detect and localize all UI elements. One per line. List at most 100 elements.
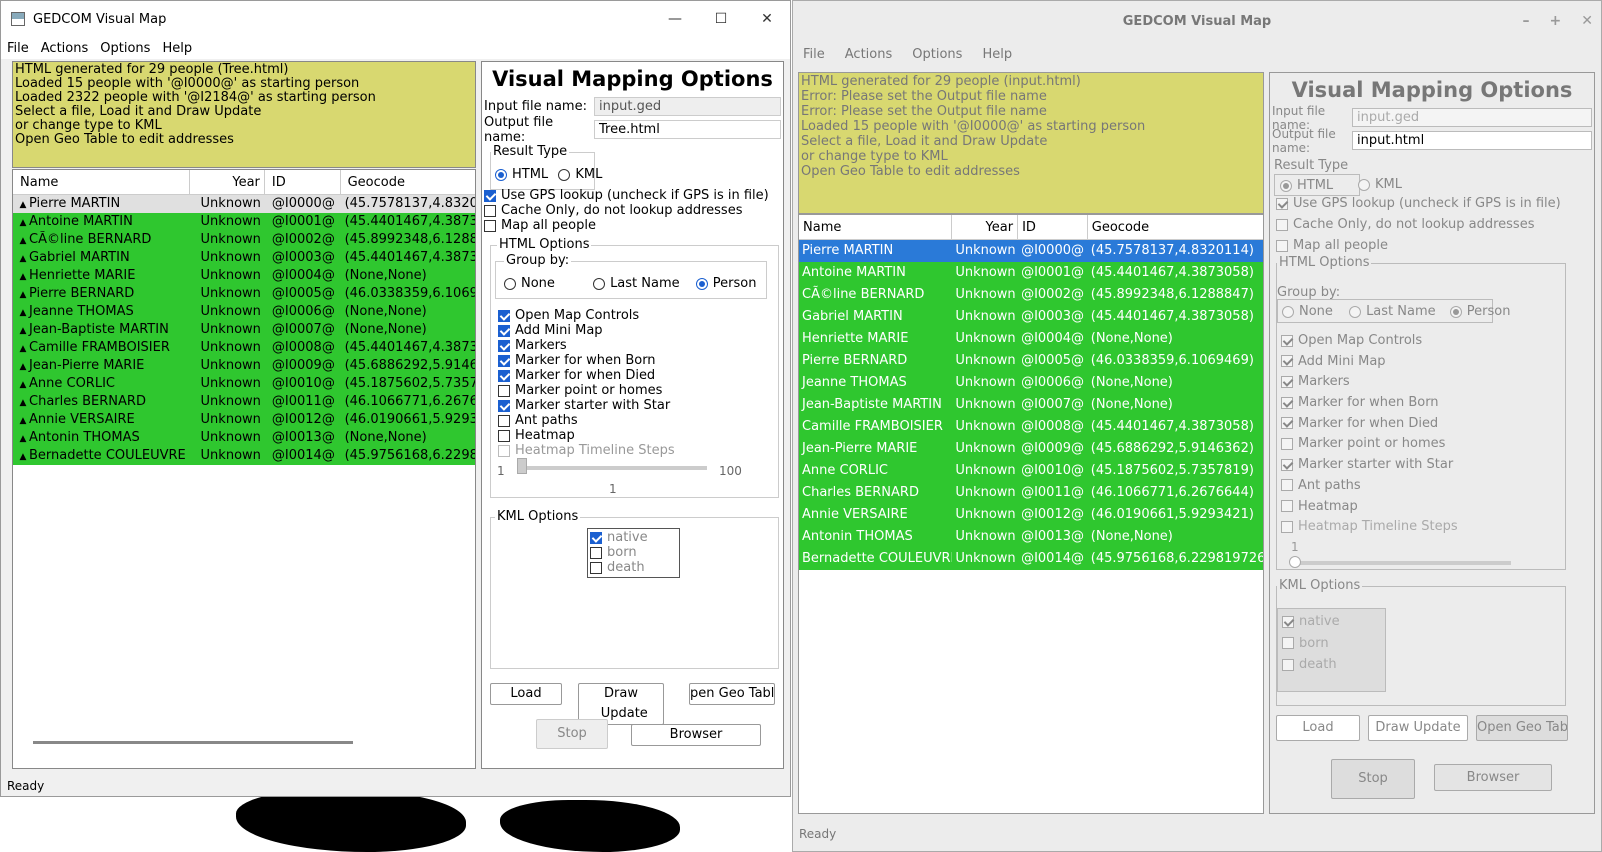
stop-button[interactable]: Stop [1331, 759, 1415, 799]
open-map-controls-checkbox[interactable] [498, 309, 510, 322]
table-row[interactable]: Jean-Baptiste MARTIN Unknown @I0007@ (None,… [799, 394, 1263, 416]
menu-actions[interactable]: Actions [41, 41, 89, 56]
table-row[interactable]: ▲ Pierre BERNARD Unknown @I0005@ (46.0338359… [13, 285, 475, 303]
expand-arrow-icon[interactable]: ▲ [17, 430, 29, 447]
table-row[interactable]: CÃ©line BERNARD Unknown @I0002@ (45.8992348… [799, 284, 1263, 306]
group-none-radio[interactable] [504, 277, 516, 290]
menu-options[interactable]: Options [100, 41, 150, 56]
maximize-button[interactable]: ☐ [698, 1, 744, 37]
table-row[interactable]: ▲ Gabriel MARTIN Unknown @I0003@ (45.4401467… [13, 249, 475, 267]
people-table[interactable]: Name Year ID Geocode Pierre MARTIN Unknow… [798, 214, 1264, 814]
table-row[interactable]: ▲ Jean-Pierre MARIE Unknown @I0009@ (45.6886… [13, 357, 475, 375]
menu-file[interactable]: File [803, 47, 825, 62]
ant-paths-checkbox[interactable] [498, 414, 510, 427]
table-row[interactable]: Bernadette COULEUVRE Unknown @I0014@ (45.97… [799, 548, 1263, 570]
browser-button[interactable]: Browser [631, 724, 761, 746]
menu-help[interactable]: Help [162, 41, 192, 56]
table-row[interactable]: ▲ Camille FRAMBOISIER Unknown @I0008@ (45.44… [13, 339, 475, 357]
table-row[interactable]: Antonin THOMAS Unknown @I0013@ (None,None) [799, 526, 1263, 548]
menu-help[interactable]: Help [982, 47, 1012, 62]
col-name-header[interactable]: Name [13, 170, 191, 194]
table-row[interactable]: ▲ Annie VERSAIRE Unknown @I0012@ (46.0190661… [13, 411, 475, 429]
table-row[interactable]: Gabriel MARTIN Unknown @I0003@ (45.4401467,… [799, 306, 1263, 328]
table-row[interactable]: ▲ Antonin THOMAS Unknown @I0013@ (None,None) [13, 429, 475, 447]
marker-star-checkbox[interactable] [1281, 458, 1293, 471]
kml-radio[interactable] [558, 168, 571, 181]
menu-options[interactable]: Options [912, 47, 962, 62]
death-checkbox[interactable] [1282, 658, 1294, 671]
close-button[interactable]: ✕ [744, 1, 790, 37]
gps-lookup-checkbox[interactable] [1276, 197, 1288, 210]
table-row[interactable]: ▲ Charles BERNARD Unknown @I0011@ (46.106677… [13, 393, 475, 411]
expand-arrow-icon[interactable]: ▲ [17, 286, 29, 303]
expand-arrow-icon[interactable]: ▲ [17, 196, 29, 213]
people-table[interactable]: Name Year ID Geocode ▲ Pierre MARTIN Unkno… [12, 169, 476, 769]
open-map-controls-checkbox[interactable] [1281, 334, 1293, 347]
death-checkbox[interactable] [590, 561, 602, 574]
map-all-checkbox[interactable] [484, 219, 496, 232]
table-row[interactable]: Antoine MARTIN Unknown @I0001@ (45.4401467,… [799, 262, 1263, 284]
marker-died-checkbox[interactable] [1281, 417, 1293, 430]
table-row[interactable]: Charles BERNARD Unknown @I0011@ (46.1066771… [799, 482, 1263, 504]
expand-arrow-icon[interactable]: ▲ [17, 358, 29, 375]
marker-homes-checkbox[interactable] [1281, 437, 1293, 450]
native-checkbox[interactable] [590, 531, 602, 544]
load-button[interactable]: Load [490, 683, 562, 705]
kml-radio[interactable] [1358, 178, 1370, 191]
expand-arrow-icon[interactable]: ▲ [17, 376, 29, 393]
gps-lookup-checkbox[interactable] [484, 189, 496, 202]
col-geocode-header[interactable]: Geocode [1088, 215, 1263, 239]
cache-only-checkbox[interactable] [1276, 218, 1288, 231]
timeline-steps-checkbox[interactable] [498, 444, 510, 457]
table-row[interactable]: Jean-Pierre MARIE Unknown @I0009@ (45.68862… [799, 438, 1263, 460]
horizontal-scrollbar[interactable] [33, 741, 353, 744]
add-mini-map-checkbox[interactable] [498, 324, 510, 337]
html-radio[interactable] [495, 168, 507, 181]
table-row[interactable]: Henriette MARIE Unknown @I0004@ (None,None) [799, 328, 1263, 350]
browser-button[interactable]: Browser [1434, 764, 1552, 791]
cache-only-checkbox[interactable] [484, 204, 496, 217]
expand-arrow-icon[interactable]: ▲ [17, 250, 29, 267]
born-checkbox[interactable] [590, 546, 602, 559]
table-row[interactable]: Pierre BERNARD Unknown @I0005@ (46.0338359,… [799, 350, 1263, 372]
table-row[interactable]: ▲ Antoine MARTIN Unknown @I0001@ (45.4401467… [13, 213, 475, 231]
born-checkbox[interactable] [1282, 637, 1294, 649]
native-checkbox[interactable] [1282, 615, 1294, 628]
group-lastname-radio[interactable] [593, 277, 606, 290]
expand-arrow-icon[interactable]: ▲ [17, 448, 29, 465]
col-name-header[interactable]: Name [799, 215, 953, 239]
input-file-field[interactable]: input.ged [594, 97, 781, 116]
output-file-field[interactable]: Tree.html [594, 120, 781, 139]
col-id-header[interactable]: ID [1018, 215, 1088, 239]
minimize-button[interactable]: – [1523, 13, 1530, 29]
markers-checkbox[interactable] [498, 339, 510, 352]
expand-arrow-icon[interactable]: ▲ [17, 322, 29, 339]
heatmap-checkbox[interactable] [498, 429, 510, 442]
marker-born-checkbox[interactable] [498, 354, 510, 367]
timeline-slider-thumb[interactable] [517, 458, 527, 474]
table-row[interactable]: ▲ Pierre MARTIN Unknown @I0000@ (45.7578137,… [13, 195, 475, 213]
group-person-radio[interactable] [1449, 305, 1462, 318]
group-none-radio[interactable] [1282, 305, 1294, 318]
marker-died-checkbox[interactable] [498, 369, 510, 382]
table-row[interactable]: ▲ Jean-Baptiste MARTIN Unknown @I0007@ (None… [13, 321, 475, 339]
group-lastname-radio[interactable] [1349, 305, 1362, 318]
timeline-slider-track[interactable] [521, 466, 707, 470]
output-file-field[interactable]: input.html [1352, 131, 1592, 150]
add-mini-map-checkbox[interactable] [1281, 355, 1293, 368]
marker-homes-checkbox[interactable] [498, 384, 510, 397]
ant-paths-checkbox[interactable] [1281, 479, 1293, 492]
draw-update-button[interactable]: Draw Update [1368, 715, 1468, 741]
col-geocode-header[interactable]: Geocode [341, 170, 475, 194]
html-radio[interactable] [1280, 179, 1292, 192]
markers-checkbox[interactable] [1281, 375, 1293, 388]
table-row[interactable]: ▲ CÃ©line BERNARD Unknown @I0002@ (45.899234… [13, 231, 475, 249]
expand-arrow-icon[interactable]: ▲ [17, 412, 29, 429]
table-row[interactable]: Camille FRAMBOISIER Unknown @I0008@ (45.440… [799, 416, 1263, 438]
table-row[interactable]: Anne CORLIC Unknown @I0010@ (45.1875602,5.7… [799, 460, 1263, 482]
open-geo-table-button[interactable]: Open Geo Table [1476, 715, 1568, 741]
col-year-header[interactable]: Year [952, 215, 1019, 239]
table-row[interactable]: Annie VERSAIRE Unknown @I0012@ (46.0190661,… [799, 504, 1263, 526]
minimize-button[interactable]: — [652, 1, 698, 37]
group-person-radio[interactable] [695, 277, 708, 290]
